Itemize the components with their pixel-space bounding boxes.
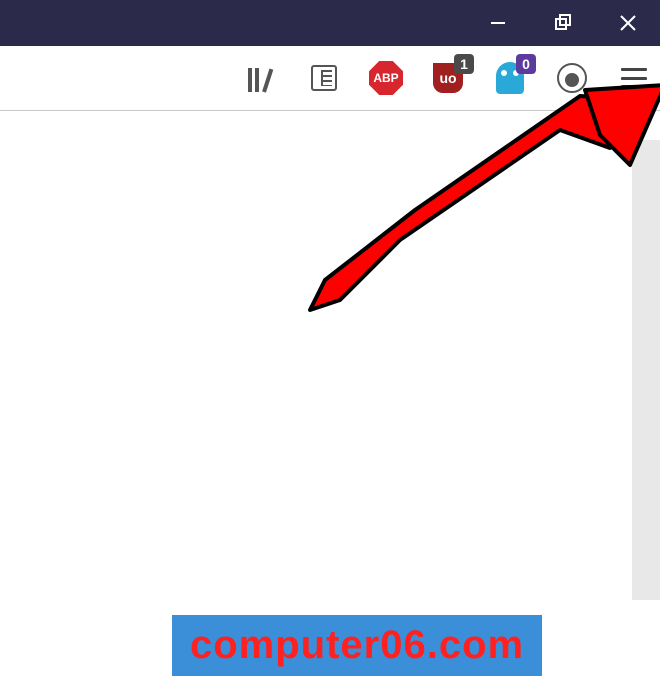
reader-view-icon xyxy=(311,65,337,91)
profile-icon xyxy=(557,63,587,93)
ublock-origin-button[interactable]: uo 1 xyxy=(428,58,468,98)
minimize-icon xyxy=(489,14,507,32)
abp-icon: ABP xyxy=(369,61,403,95)
adblock-plus-button[interactable]: ABP xyxy=(366,58,406,98)
maximize-restore-icon xyxy=(554,14,572,32)
browser-toolbar: ABP uo 1 0 xyxy=(0,46,660,111)
window-title-bar xyxy=(0,0,660,46)
vertical-scrollbar[interactable] xyxy=(632,140,660,600)
watermark: computer06.com xyxy=(172,615,542,676)
hamburger-menu-button[interactable] xyxy=(614,58,654,98)
close-icon xyxy=(618,13,638,33)
profile-button[interactable] xyxy=(552,58,592,98)
close-button[interactable] xyxy=(595,0,660,46)
ghostery-button[interactable]: 0 xyxy=(490,58,530,98)
ghostery-badge: 0 xyxy=(516,54,536,74)
maximize-button[interactable] xyxy=(530,0,595,46)
library-button[interactable] xyxy=(242,58,282,98)
hamburger-menu-icon xyxy=(621,68,647,88)
minimize-button[interactable] xyxy=(465,0,530,46)
library-icon xyxy=(248,64,276,92)
page-content xyxy=(0,111,660,698)
ublock-badge: 1 xyxy=(454,54,474,74)
reader-view-button[interactable] xyxy=(304,58,344,98)
